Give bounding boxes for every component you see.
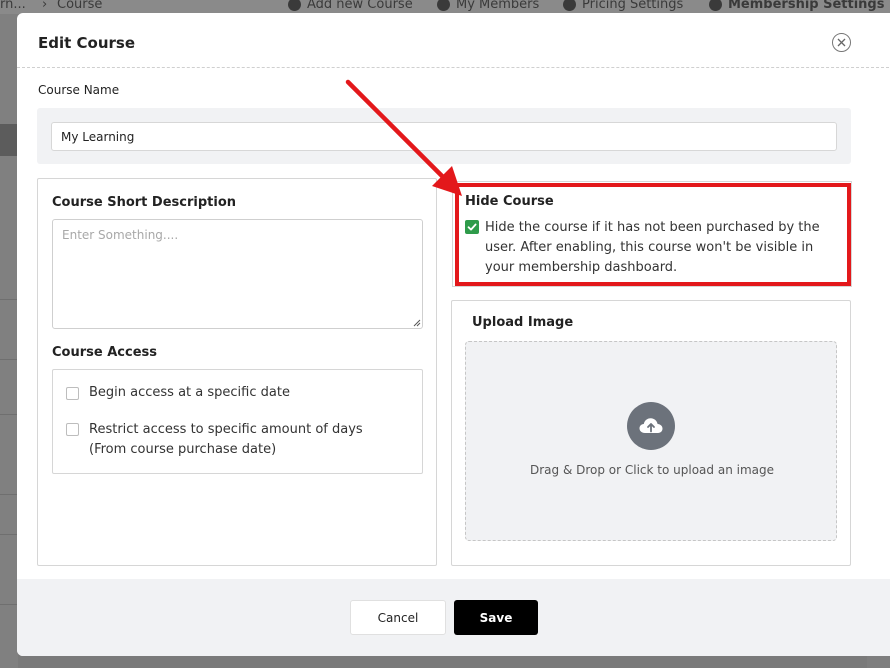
background-left-sidebar <box>0 14 18 668</box>
restrict-access-sublabel: (From course purchase date) <box>89 442 277 457</box>
begin-access-checkbox[interactable] <box>66 387 79 400</box>
course-name-label: Course Name <box>38 83 120 97</box>
upload-image-panel: Upload Image Drag & Drop or Click to upl… <box>451 300 851 566</box>
users-icon <box>437 0 450 11</box>
plus-icon <box>288 0 301 11</box>
short-description-textarea[interactable] <box>52 219 423 329</box>
resize-handle-icon[interactable] <box>411 317 421 327</box>
background-nav-add-course: Add new Course <box>288 0 413 12</box>
hide-course-checkbox[interactable] <box>465 220 479 234</box>
course-access-title: Course Access <box>52 345 157 360</box>
modal-footer: Cancel Save <box>17 579 890 656</box>
restrict-access-checkbox[interactable] <box>66 423 79 436</box>
cancel-button[interactable]: Cancel <box>350 600 446 635</box>
background-nav-pricing: Pricing Settings <box>563 0 683 12</box>
close-button[interactable] <box>832 33 851 52</box>
tag-icon <box>563 0 576 11</box>
hide-course-description: Hide the course if it has not been purch… <box>485 220 820 275</box>
begin-access-label: Begin access at a specific date <box>89 385 290 400</box>
background-nav-members: My Members <box>437 0 539 12</box>
upload-hint: Drag & Drop or Click to upload an image <box>529 463 774 477</box>
restrict-access-label: Restrict access to specific amount of da… <box>89 422 363 437</box>
modal-title: Edit Course <box>38 34 136 52</box>
edit-course-modal: Edit Course Course Name Course Short Des… <box>17 13 890 656</box>
hide-course-title: Hide Course <box>465 194 554 209</box>
modal-header: Edit Course <box>17 13 890 68</box>
annotation-arrow-icon <box>345 79 462 196</box>
image-dropzone[interactable]: Drag & Drop or Click to upload an image <box>465 341 837 541</box>
description-access-panel: Course Short Description Course Access B… <box>37 178 437 566</box>
background-breadcrumb-current: Course <box>57 0 103 12</box>
course-access-options: Begin access at a specific date Restrict… <box>52 369 423 474</box>
background-nav-membership-settings: Membership Settings <box>709 0 884 12</box>
checkmark-icon <box>467 223 477 231</box>
gear-icon <box>709 0 722 11</box>
background-breadcrumb-prev: rn... <box>0 0 26 12</box>
upload-image-title: Upload Image <box>472 315 574 330</box>
close-icon <box>837 38 846 47</box>
save-button[interactable]: Save <box>454 600 538 635</box>
background-breadcrumb-chevron-icon: › <box>42 0 48 12</box>
cloud-upload-icon <box>627 402 675 450</box>
short-description-title: Course Short Description <box>52 195 236 210</box>
